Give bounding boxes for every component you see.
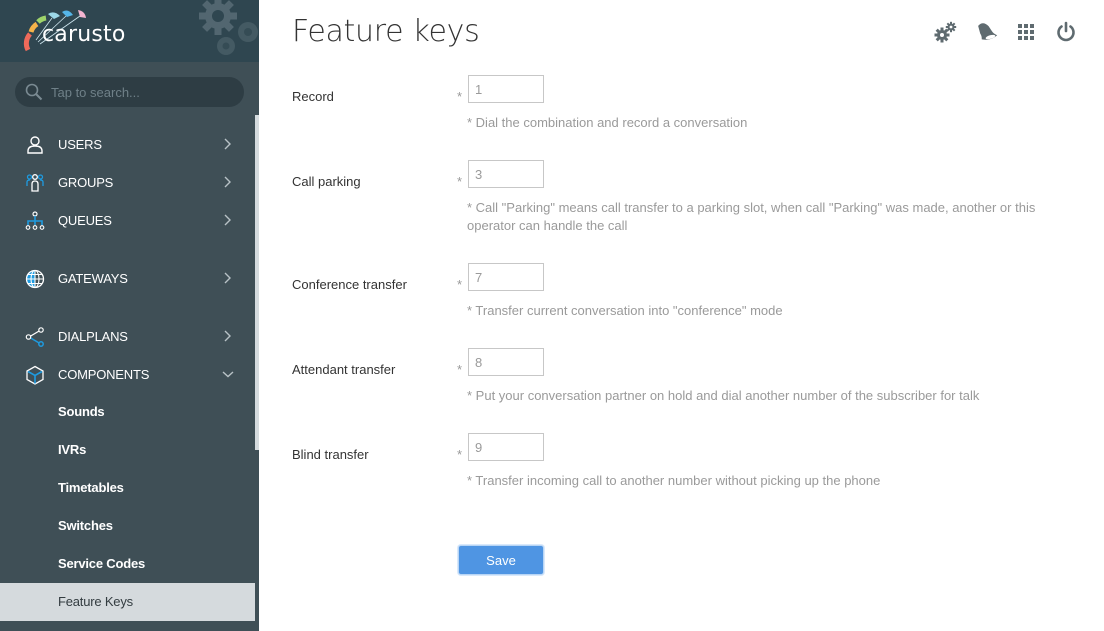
save-button[interactable]: Save — [458, 545, 544, 575]
chevron-right-icon — [224, 176, 231, 188]
sidebar-item-gateways[interactable]: GATEWAYS — [0, 259, 255, 297]
sidebar-item-label: COMPONENTS — [58, 366, 150, 382]
chevron-right-icon — [224, 214, 231, 226]
globe-icon — [25, 269, 45, 289]
record-key-input[interactable] — [468, 75, 544, 103]
sidebar-scrollbar[interactable] — [255, 115, 259, 450]
field-label: Call parking — [292, 174, 361, 189]
search-input[interactable] — [51, 77, 236, 107]
share-icon — [25, 327, 44, 347]
sidebar-subitem-sounds[interactable]: Sounds — [0, 393, 255, 431]
field-label: Attendant transfer — [292, 362, 396, 377]
brand-name: carusto — [42, 22, 126, 47]
chevron-right-icon — [224, 138, 231, 150]
attendant-transfer-key-input[interactable] — [468, 348, 544, 376]
required-mark: * — [457, 89, 463, 104]
sidebar-subitem-timetables[interactable]: Timetables — [0, 469, 255, 507]
sidebar-subitem-service-codes[interactable]: Service Codes — [0, 545, 255, 583]
field-label: Record — [292, 89, 334, 104]
sidebar-item-label: USERS — [58, 136, 102, 152]
sidebar-item-queues[interactable]: QUEUES — [0, 201, 255, 239]
sidebar-subitem-label: Service Codes — [58, 556, 146, 571]
cube-icon — [26, 365, 44, 385]
sidebar-search — [15, 77, 244, 107]
sidebar-subitem-switches[interactable]: Switches — [0, 507, 255, 545]
sidebar-subitem-ivrs[interactable]: IVRs — [0, 431, 255, 469]
queues-icon — [25, 211, 45, 230]
bell-icon[interactable] — [974, 20, 998, 44]
sidebar: carusto Tap to search... USERS GROUPS QU… — [0, 0, 259, 631]
sidebar-subitem-label: IVRs — [58, 442, 87, 457]
chevron-right-icon — [224, 272, 231, 284]
sidebar-item-groups[interactable]: GROUPS — [0, 163, 255, 201]
field-hint: * Put your conversation partner on hold … — [467, 388, 980, 403]
field-hint: * Dial the combination and record a conv… — [467, 115, 748, 130]
required-mark: * — [457, 362, 463, 377]
sidebar-subitem-label: Feature Keys — [58, 594, 133, 609]
sidebar-subitem-label: Switches — [58, 518, 113, 533]
page-title: Feature keys — [292, 14, 480, 49]
sidebar-subitem-feature-keys[interactable]: Feature Keys — [0, 583, 255, 621]
call-parking-key-input[interactable] — [468, 160, 544, 188]
app-root: carusto Tap to search... USERS GROUPS QU… — [0, 0, 1104, 631]
required-mark: * — [457, 174, 463, 189]
sidebar-subitem-label: Timetables — [58, 480, 124, 495]
field-hint: * Transfer current conversation into "co… — [467, 303, 783, 318]
power-icon[interactable] — [1054, 20, 1078, 44]
sidebar-header: carusto — [0, 0, 259, 62]
sidebar-subitem-label: Sounds — [58, 404, 105, 419]
field-hint: * Transfer incoming call to another numb… — [467, 473, 881, 488]
settings-gears-icon[interactable] — [934, 20, 958, 44]
field-label: Conference transfer — [292, 277, 407, 292]
chevron-down-icon — [222, 371, 234, 378]
apps-grid-icon[interactable] — [1014, 20, 1038, 44]
sidebar-item-components[interactable]: COMPONENTS — [0, 355, 255, 393]
sidebar-item-dialplans[interactable]: DIALPLANS — [0, 317, 255, 355]
sidebar-item-label: QUEUES — [58, 212, 112, 228]
sidebar-item-label: DIALPLANS — [58, 328, 128, 344]
search-icon — [25, 83, 43, 101]
sidebar-item-label: GATEWAYS — [58, 270, 128, 286]
required-mark: * — [457, 447, 463, 462]
conference-transfer-key-input[interactable] — [468, 263, 544, 291]
sidebar-item-label: GROUPS — [58, 174, 114, 190]
user-icon — [27, 136, 43, 154]
field-label: Blind transfer — [292, 447, 369, 462]
chevron-right-icon — [224, 330, 231, 342]
sidebar-item-users[interactable]: USERS — [0, 125, 255, 163]
decorative-gears-icon — [199, 0, 258, 55]
groups-icon — [26, 174, 44, 192]
field-hint: * Call "Parking" means call transfer to … — [467, 200, 1036, 233]
blind-transfer-key-input[interactable] — [468, 433, 544, 461]
required-mark: * — [457, 277, 463, 292]
